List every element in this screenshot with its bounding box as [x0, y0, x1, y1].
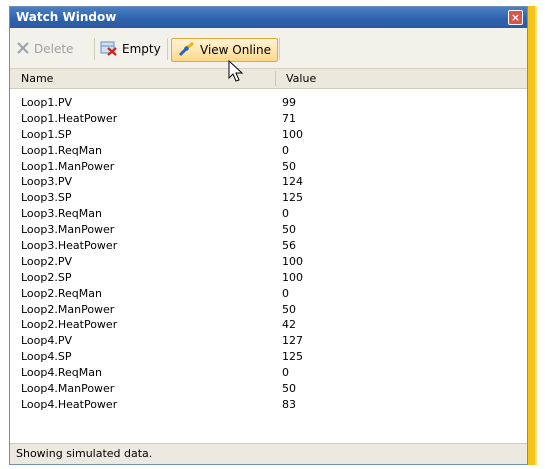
- watch-item-name: Loop2.ManPower: [21, 302, 115, 316]
- watch-item-name: Loop3.HeatPower: [21, 239, 118, 253]
- watch-item-value: 56: [282, 239, 296, 253]
- watch-item-name: Loop4.HeatPower: [21, 397, 118, 411]
- delete-label: Delete: [34, 42, 74, 56]
- mouse-pointer-icon: [228, 59, 244, 87]
- table-row[interactable]: Loop3.ManPower 50: [10, 222, 527, 238]
- watch-item-value: 100: [282, 254, 303, 268]
- watch-item-name: Loop1.PV: [21, 96, 73, 109]
- table-row[interactable]: Loop1.ReqMan 0: [10, 143, 527, 159]
- column-divider[interactable]: [275, 71, 276, 86]
- watch-item-value: 125: [282, 191, 303, 205]
- watch-item-value: 50: [282, 382, 296, 396]
- close-icon: ×: [510, 11, 521, 24]
- table-header: Name Value: [10, 69, 527, 89]
- table-row[interactable]: Loop1.HeatPower 71: [10, 111, 527, 127]
- watch-item-name: Loop3.ReqMan: [21, 207, 102, 221]
- watch-item-name: Loop1.ReqMan: [21, 143, 102, 157]
- watch-item-value: 0: [282, 143, 289, 157]
- watch-item-name: Loop3.SP: [21, 191, 72, 205]
- watch-list: Loop1.PV 99 Loop1.HeatPower 71 Loop1.SP 100 Lo…: [10, 95, 527, 413]
- watch-item-value: 50: [282, 223, 296, 237]
- column-header-name[interactable]: Name: [21, 72, 53, 85]
- watch-item-name: Loop1.HeatPower: [21, 111, 118, 125]
- watch-item-name: Loop4.ManPower: [21, 382, 115, 396]
- table-row[interactable]: Loop2.ReqMan 0: [10, 286, 527, 302]
- watch-item-name: Loop4.PV: [21, 334, 73, 348]
- watch-item-value: 83: [282, 397, 296, 411]
- window-title: Watch Window: [16, 10, 117, 24]
- toolbar-separator: [94, 38, 95, 60]
- watch-item-name: Loop2.HeatPower: [21, 318, 118, 332]
- watch-item-value: 0: [282, 286, 289, 300]
- status-bar: Showing simulated data.: [10, 443, 527, 464]
- column-header-value[interactable]: Value: [286, 72, 316, 85]
- table-row[interactable]: Loop2.PV 100: [10, 254, 527, 270]
- table-row[interactable]: Loop4.HeatPower 83: [10, 397, 527, 413]
- title-bar[interactable]: Watch Window ×: [10, 7, 527, 28]
- empty-label: Empty: [122, 42, 161, 56]
- watch-item-value: 50: [282, 159, 296, 173]
- table-row[interactable]: Loop3.PV 124: [10, 174, 527, 190]
- table-row[interactable]: Loop4.ReqMan 0: [10, 365, 527, 381]
- watch-item-value: 0: [282, 366, 289, 380]
- watch-item-name: Loop3.PV: [21, 175, 73, 189]
- table-row[interactable]: Loop1.ManPower 50: [10, 159, 527, 175]
- watch-item-value: 42: [282, 318, 296, 332]
- watch-item-value: 99: [282, 96, 296, 109]
- delete-button[interactable]: Delete: [16, 38, 73, 60]
- table-row[interactable]: Loop2.ManPower 50: [10, 302, 527, 318]
- watch-item-value: 124: [282, 175, 303, 189]
- watch-item-name: Loop4.ReqMan: [21, 366, 102, 380]
- watch-item-name: Loop4.SP: [21, 350, 72, 364]
- watch-item-value: 127: [282, 334, 303, 348]
- toolbar-separator: [279, 38, 280, 60]
- empty-icon: [100, 40, 118, 59]
- delete-x-icon: [16, 41, 30, 58]
- watch-item-value: 0: [282, 207, 289, 221]
- table-row[interactable]: Loop3.SP 125: [10, 190, 527, 206]
- table-row[interactable]: Loop3.HeatPower 56: [10, 238, 527, 254]
- toolbar: Delete Empty View Online: [10, 28, 527, 69]
- empty-button[interactable]: Empty: [100, 38, 161, 60]
- table-row[interactable]: Loop1.SP 100: [10, 127, 527, 143]
- watch-item-value: 100: [282, 270, 303, 284]
- table-row[interactable]: Loop4.ManPower 50: [10, 381, 527, 397]
- watch-item-name: Loop2.PV: [21, 254, 73, 268]
- table-row[interactable]: Loop2.HeatPower 42: [10, 317, 527, 333]
- status-text: Showing simulated data.: [16, 447, 153, 460]
- watch-item-name: Loop2.SP: [21, 270, 72, 284]
- watch-item-name: Loop1.SP: [21, 127, 72, 141]
- watch-item-name: Loop2.ReqMan: [21, 286, 102, 300]
- view-online-icon: [178, 41, 196, 60]
- window-edge-accent-light: [535, 6, 537, 465]
- watch-item-name: Loop3.ManPower: [21, 223, 115, 237]
- watch-item-name: Loop1.ManPower: [21, 159, 115, 173]
- table-row[interactable]: Loop1.PV 99: [10, 95, 527, 111]
- watch-window: Watch Window × Delete Empty View Online …: [9, 6, 528, 465]
- watch-item-value: 50: [282, 302, 296, 316]
- close-button[interactable]: ×: [508, 10, 523, 25]
- table-row[interactable]: Loop4.PV 127: [10, 333, 527, 349]
- window-edge-accent: [528, 6, 535, 465]
- watch-item-value: 125: [282, 350, 303, 364]
- watch-item-value: 71: [282, 111, 296, 125]
- view-online-label: View Online: [200, 43, 271, 57]
- watch-item-value: 100: [282, 127, 303, 141]
- view-online-button[interactable]: View Online: [171, 38, 278, 62]
- toolbar-separator: [167, 38, 168, 60]
- table-row[interactable]: Loop3.ReqMan 0: [10, 206, 527, 222]
- table-row[interactable]: Loop4.SP 125: [10, 349, 527, 365]
- table-row[interactable]: Loop2.SP 100: [10, 270, 527, 286]
